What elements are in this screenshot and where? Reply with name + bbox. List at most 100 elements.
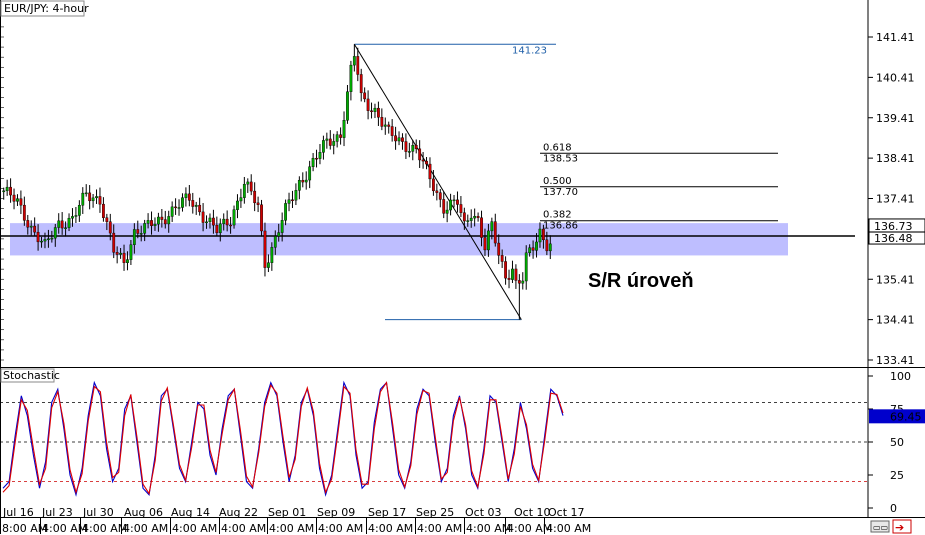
candle-body bbox=[229, 224, 232, 227]
candle-body bbox=[401, 137, 404, 142]
candle-body bbox=[98, 196, 102, 205]
candle-body bbox=[318, 152, 322, 159]
x-tick-label: Aug 14 bbox=[171, 506, 210, 519]
candle-body bbox=[146, 220, 150, 224]
exit-icon[interactable]: ➔ bbox=[892, 519, 912, 534]
candle-body bbox=[504, 261, 507, 279]
candle-body bbox=[22, 204, 26, 221]
candle-body bbox=[81, 192, 85, 206]
candle-body bbox=[143, 223, 147, 234]
candle-body bbox=[493, 221, 497, 244]
candle-body bbox=[167, 216, 171, 225]
candle-body bbox=[497, 242, 501, 256]
candle-body bbox=[198, 204, 202, 213]
candle-body bbox=[91, 197, 95, 202]
candle-body bbox=[421, 159, 425, 162]
candle-body bbox=[483, 237, 487, 251]
candle-body bbox=[273, 236, 277, 248]
svg-text:➔: ➔ bbox=[895, 521, 904, 534]
candle-body bbox=[480, 217, 483, 238]
candle-body bbox=[67, 217, 71, 228]
candle-body bbox=[40, 240, 43, 243]
candle-body bbox=[2, 190, 6, 193]
x-tick-label: Oct 10 bbox=[514, 506, 551, 519]
candle-body bbox=[301, 179, 305, 183]
candle-body bbox=[432, 178, 435, 192]
candle-body bbox=[201, 211, 205, 223]
candle-body bbox=[126, 259, 129, 263]
candle-body bbox=[404, 141, 408, 152]
stoch-title: Stochastic bbox=[3, 369, 60, 382]
candle-body bbox=[239, 197, 243, 202]
candle-body bbox=[456, 199, 459, 205]
x-subtick-label: 4:00 AM bbox=[318, 522, 363, 535]
candle-body bbox=[249, 181, 253, 192]
candle-body bbox=[449, 199, 452, 211]
candle-body bbox=[511, 268, 514, 280]
x-subtick-label: 4:00 AM bbox=[546, 522, 591, 535]
candle-body bbox=[225, 218, 229, 226]
candle-body bbox=[328, 138, 332, 146]
candle-body bbox=[71, 216, 74, 219]
candle-body bbox=[387, 124, 391, 127]
x-tick-label: Jul 16 bbox=[2, 506, 34, 519]
x-subtick-label: 4:00 AM bbox=[123, 522, 168, 535]
candle-body bbox=[105, 217, 109, 222]
candle-body bbox=[535, 241, 538, 251]
candle-body bbox=[222, 218, 226, 225]
x-tick-label: Jul 30 bbox=[82, 506, 114, 519]
candle-body bbox=[95, 196, 98, 199]
candle-body bbox=[442, 199, 446, 214]
candle-body bbox=[524, 252, 528, 282]
x-subtick-label: 4:00 AM bbox=[172, 522, 217, 535]
candle-body bbox=[322, 140, 325, 153]
candle-body bbox=[84, 192, 88, 195]
x-subtick-label: 4:00 AM bbox=[221, 522, 266, 535]
candle-body bbox=[129, 244, 133, 260]
x-tick-label: Oct 17 bbox=[548, 506, 585, 519]
candle-body bbox=[428, 163, 432, 180]
y-tick-label: 135.41 bbox=[876, 273, 915, 286]
candle-body bbox=[260, 204, 263, 232]
candle-body bbox=[356, 56, 360, 75]
chart-title: EUR/JPY: 4-hour bbox=[4, 2, 89, 15]
candle-body bbox=[538, 228, 542, 243]
candle-body bbox=[119, 252, 122, 255]
candle-body bbox=[253, 190, 257, 204]
candle-body bbox=[359, 74, 363, 94]
candle-body bbox=[514, 268, 518, 281]
sr-band bbox=[10, 223, 788, 256]
y-tick-label: 139.41 bbox=[876, 112, 915, 125]
candle-body bbox=[291, 199, 294, 201]
chart-canvas: 141.230.618138.530.500137.700.382136.86 … bbox=[0, 0, 925, 535]
candle-body bbox=[242, 183, 246, 198]
candle-body bbox=[490, 221, 494, 232]
candle-body bbox=[380, 117, 384, 127]
stoch-y-label: 50 bbox=[890, 436, 904, 449]
zone-price-label: 136.73 bbox=[874, 220, 913, 233]
candle-body bbox=[311, 157, 315, 167]
candle-body bbox=[50, 237, 54, 240]
fib-value-label: 136.86 bbox=[543, 221, 578, 232]
candle-body bbox=[108, 221, 112, 234]
candle-body bbox=[163, 219, 167, 225]
candle-body bbox=[545, 239, 549, 252]
candle-body bbox=[16, 198, 19, 202]
candle-body bbox=[115, 252, 119, 255]
candle-body bbox=[325, 138, 329, 141]
candle-body bbox=[139, 233, 143, 235]
candle-body bbox=[284, 203, 287, 221]
candle-body bbox=[435, 190, 439, 193]
candle-body bbox=[517, 280, 521, 284]
candle-body bbox=[181, 197, 184, 208]
candle-body bbox=[308, 166, 312, 181]
x-subtick-label: 4:00 AM bbox=[368, 522, 413, 535]
candle-body bbox=[132, 229, 136, 245]
candle-body bbox=[346, 91, 349, 121]
x-tick-label: Sep 01 bbox=[268, 506, 306, 519]
candle-body bbox=[280, 220, 284, 233]
scroll-icon[interactable]: ▭▭ bbox=[870, 520, 890, 533]
candle-body bbox=[407, 151, 411, 153]
candle-body bbox=[9, 186, 12, 196]
fib-ratio-label: 0.618 bbox=[543, 142, 572, 153]
